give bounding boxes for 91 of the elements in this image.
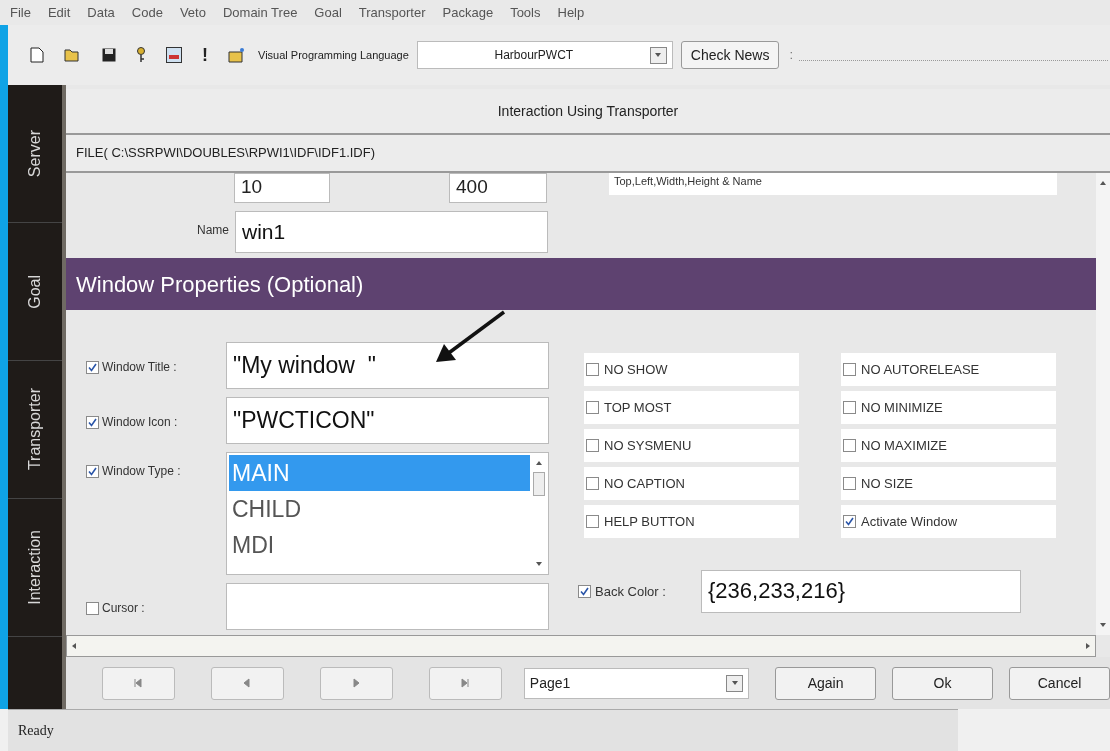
menu-item[interactable]: Code <box>131 2 163 23</box>
vertical-scrollbar[interactable] <box>1096 173 1110 635</box>
back-color-field[interactable]: {236,233,216} <box>701 570 1021 613</box>
checkbox[interactable] <box>578 585 591 598</box>
option-label: NO SHOW <box>604 360 668 379</box>
option-label: NO MINIMIZE <box>861 398 943 417</box>
checkbox[interactable] <box>843 477 856 490</box>
checkbox[interactable] <box>86 464 99 478</box>
caret-icon <box>730 679 739 687</box>
checkbox[interactable] <box>586 401 599 414</box>
page-dropdown[interactable]: Page1 <box>523 667 750 699</box>
scroll-up-icon <box>535 459 543 467</box>
list-option[interactable]: CHILD <box>229 491 530 527</box>
caret-icon <box>654 51 663 59</box>
open-folder-icon[interactable] <box>64 48 82 62</box>
option-label: NO AUTORELEASE <box>861 360 980 379</box>
menu-item[interactable]: Package <box>442 2 494 23</box>
menu-item[interactable]: Domain Tree <box>222 2 298 23</box>
menu-item[interactable]: Veto <box>179 2 206 23</box>
menu-item[interactable]: File <box>10 2 31 23</box>
news-separator: : <box>789 46 794 65</box>
side-tab[interactable]: Transporter <box>23 388 47 471</box>
check-news-button[interactable]: Check News <box>680 41 780 69</box>
menu-item[interactable]: Help <box>557 2 585 23</box>
checkbox[interactable] <box>586 477 599 490</box>
folder-star-icon[interactable] <box>228 47 246 63</box>
checkbox[interactable] <box>586 439 599 452</box>
field-label: Window Icon : <box>102 414 178 431</box>
checkbox[interactable] <box>86 601 99 615</box>
name-field[interactable]: win1 <box>235 211 548 253</box>
scroll-thumb[interactable] <box>533 471 545 496</box>
panel-title: Interaction Using Transporter <box>497 101 679 121</box>
name-label: Name <box>196 222 229 239</box>
menu-item[interactable]: Edit <box>47 2 71 23</box>
option-label: NO MAXIMIZE <box>861 436 947 455</box>
field-label: Window Type : <box>102 463 181 480</box>
scroll-right-icon <box>1084 642 1092 650</box>
option-label: HELP BUTTON <box>604 512 695 531</box>
triangle-left-icon <box>242 678 253 688</box>
option-label: TOP MOST <box>604 398 672 417</box>
image-icon[interactable] <box>166 47 182 63</box>
section-header: Window Properties (Optional) <box>66 258 1096 310</box>
menu-item[interactable]: Tools <box>510 2 541 23</box>
skip-back-icon <box>133 678 144 688</box>
text-field[interactable] <box>226 583 549 630</box>
option-label: Activate Window <box>861 512 958 531</box>
left-field[interactable]: 10 <box>234 173 330 203</box>
hint-box: Top,Left,Width,Height & Name <box>609 173 1057 195</box>
triangle-right-icon <box>351 678 362 688</box>
save-icon[interactable] <box>102 48 116 62</box>
option-label: NO SIZE <box>861 474 913 493</box>
checkbox[interactable] <box>843 363 856 376</box>
side-tab[interactable]: Server <box>23 129 47 178</box>
skip-forward-icon <box>460 678 471 688</box>
scroll-left-icon <box>70 642 78 650</box>
checkbox[interactable] <box>843 439 856 452</box>
list-option[interactable]: MDI <box>229 527 530 563</box>
height-field[interactable]: 400 <box>449 173 547 203</box>
field-label: Window Title : <box>102 359 177 376</box>
dialog-button[interactable]: Cancel <box>1009 666 1110 700</box>
text-field[interactable]: "My window " <box>226 342 549 389</box>
key-icon[interactable] <box>136 47 146 63</box>
scroll-down-icon <box>1099 621 1107 629</box>
back-color-label: Back Color : <box>595 582 667 601</box>
field-label: Cursor : <box>102 600 145 617</box>
option-label: NO SYSMENU <box>604 436 692 455</box>
menu-item[interactable]: Transporter <box>358 2 426 23</box>
window-type-list[interactable]: MAIN CHILD MDI <box>226 452 549 575</box>
language-label: Visual Programming Language <box>258 47 409 63</box>
exclamation-icon[interactable]: ! <box>202 41 208 69</box>
side-tab[interactable]: Interaction <box>23 530 47 605</box>
checkbox[interactable] <box>86 415 99 429</box>
dialog-button[interactable]: Ok <box>892 666 994 700</box>
language-dropdown[interactable]: HarbourPWCT <box>416 41 673 69</box>
checkbox[interactable] <box>843 401 856 414</box>
checkbox[interactable] <box>586 515 599 528</box>
menu-item[interactable]: Data <box>87 2 115 23</box>
checkbox[interactable] <box>86 360 99 374</box>
status-text: Ready <box>18 722 54 740</box>
checkbox[interactable] <box>843 515 856 528</box>
text-field[interactable]: "PWCTICON" <box>226 397 549 444</box>
scroll-down-icon <box>535 560 543 568</box>
checkbox[interactable] <box>586 363 599 376</box>
horizontal-scrollbar[interactable] <box>66 635 1096 657</box>
side-tab[interactable]: Goal <box>23 274 47 309</box>
dialog-button[interactable]: Again <box>775 666 877 700</box>
menu-item[interactable]: Goal <box>314 2 342 23</box>
option-label: NO CAPTION <box>604 474 685 493</box>
new-file-icon[interactable] <box>30 47 44 63</box>
file-path: FILE( C:\SSRPWI\DOUBLES\RPWI1\IDF\IDF1.IDF) <box>76 144 376 163</box>
scroll-up-icon <box>1099 179 1107 187</box>
